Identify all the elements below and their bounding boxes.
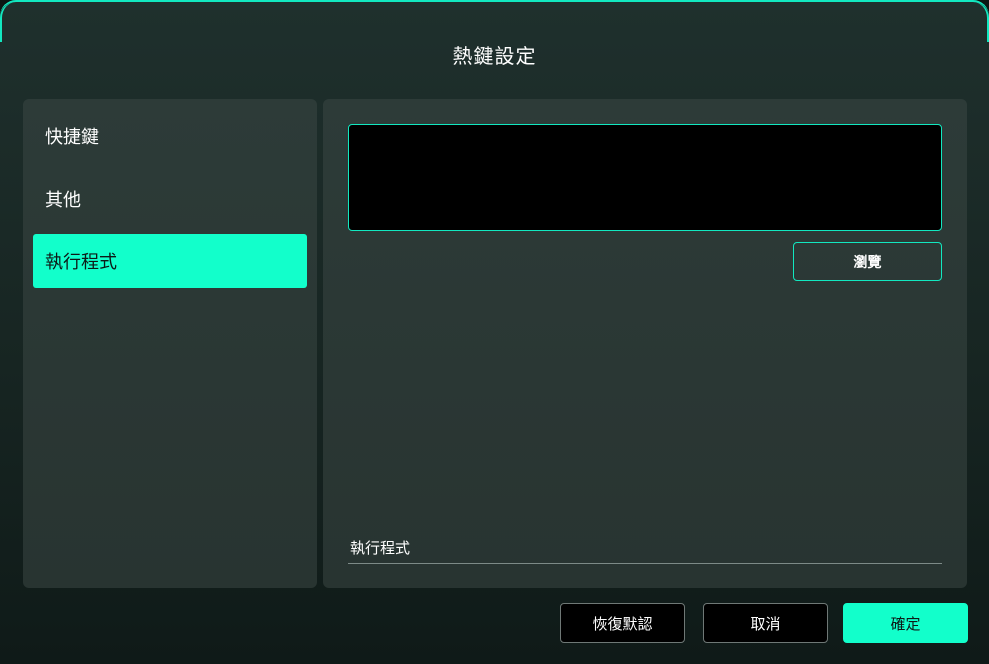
hotkey-settings-dialog: 熱鍵設定 快捷鍵 其他 執行程式 瀏覽 執行程式 恢復默認 取消 確定 bbox=[0, 0, 989, 664]
confirm-button[interactable]: 確定 bbox=[843, 603, 968, 643]
dialog-title: 熱鍵設定 bbox=[452, 44, 537, 68]
sidebar-item-shortcut-keys[interactable]: 快捷鍵 bbox=[33, 109, 307, 163]
dialog-border-right bbox=[971, 2, 989, 42]
dialog-border-left bbox=[0, 2, 18, 42]
restore-defaults-button[interactable]: 恢復默認 bbox=[560, 603, 685, 643]
program-path-field[interactable] bbox=[348, 124, 942, 231]
sidebar-item-other[interactable]: 其他 bbox=[33, 172, 307, 226]
cancel-button[interactable]: 取消 bbox=[703, 603, 828, 643]
browse-button[interactable]: 瀏覽 bbox=[793, 242, 942, 281]
sidebar-item-label: 快捷鍵 bbox=[45, 127, 99, 148]
sidebar-item-run-program[interactable]: 執行程式 bbox=[33, 234, 307, 288]
content-panel: 瀏覽 執行程式 bbox=[323, 99, 967, 588]
sidebar: 快捷鍵 其他 執行程式 bbox=[23, 99, 317, 588]
sidebar-item-label: 其他 bbox=[45, 190, 81, 211]
program-name-label: 執行程式 bbox=[348, 538, 942, 564]
sidebar-item-label: 執行程式 bbox=[45, 252, 117, 273]
